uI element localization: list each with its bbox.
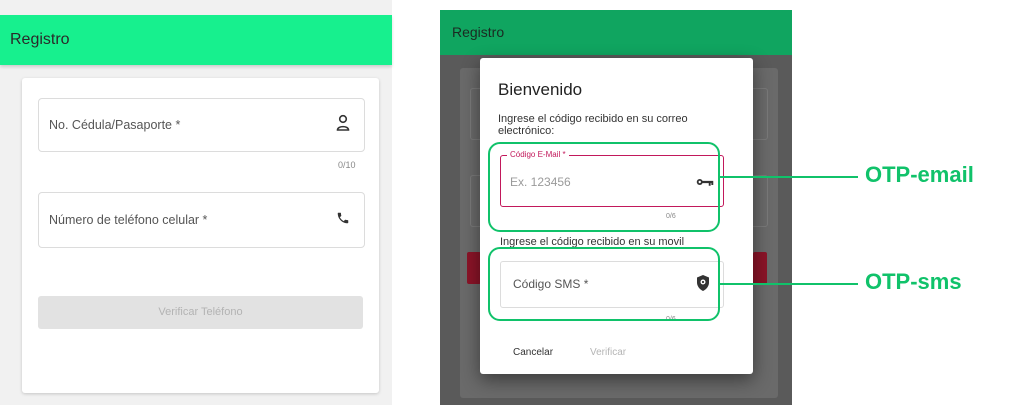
otp-sms-label: OTP-sms: [865, 269, 962, 294]
otp-email-label: OTP-email: [865, 162, 974, 187]
id-number-label: No. Cédula/Pasaporte *: [49, 118, 181, 132]
email-highlight-box: [488, 142, 720, 232]
id-number-counter: 0/10: [338, 160, 356, 170]
phone-number-field[interactable]: Número de teléfono celular *: [38, 192, 365, 248]
sms-highlight-box: [488, 247, 720, 321]
dimmed-button: [753, 252, 767, 284]
person-icon: [336, 114, 350, 137]
dimmed-button: [467, 252, 481, 284]
app-bar-dimmed: Registro: [440, 10, 792, 55]
id-number-field[interactable]: No. Cédula/Pasaporte *: [38, 98, 365, 152]
page-title-dimmed: Registro: [452, 24, 505, 40]
verify-phone-button[interactable]: Verificar Teléfono: [38, 296, 363, 329]
verify-button[interactable]: Verificar: [590, 347, 626, 358]
sms-connector-line: [718, 283, 858, 285]
page-title: Registro: [10, 31, 70, 48]
app-bar: Registro: [0, 15, 392, 65]
email-instruction: Ingrese el código recibido en su correo …: [498, 113, 688, 137]
email-connector-line: [718, 176, 858, 178]
phone-icon: [336, 210, 350, 231]
left-screen: Registro No. Cédula/Pasaporte * 0/10 Núm…: [0, 0, 392, 405]
phone-number-label: Número de teléfono celular *: [49, 213, 208, 227]
cancel-button[interactable]: Cancelar: [513, 347, 553, 358]
dialog-title: Bienvenido: [498, 80, 583, 99]
